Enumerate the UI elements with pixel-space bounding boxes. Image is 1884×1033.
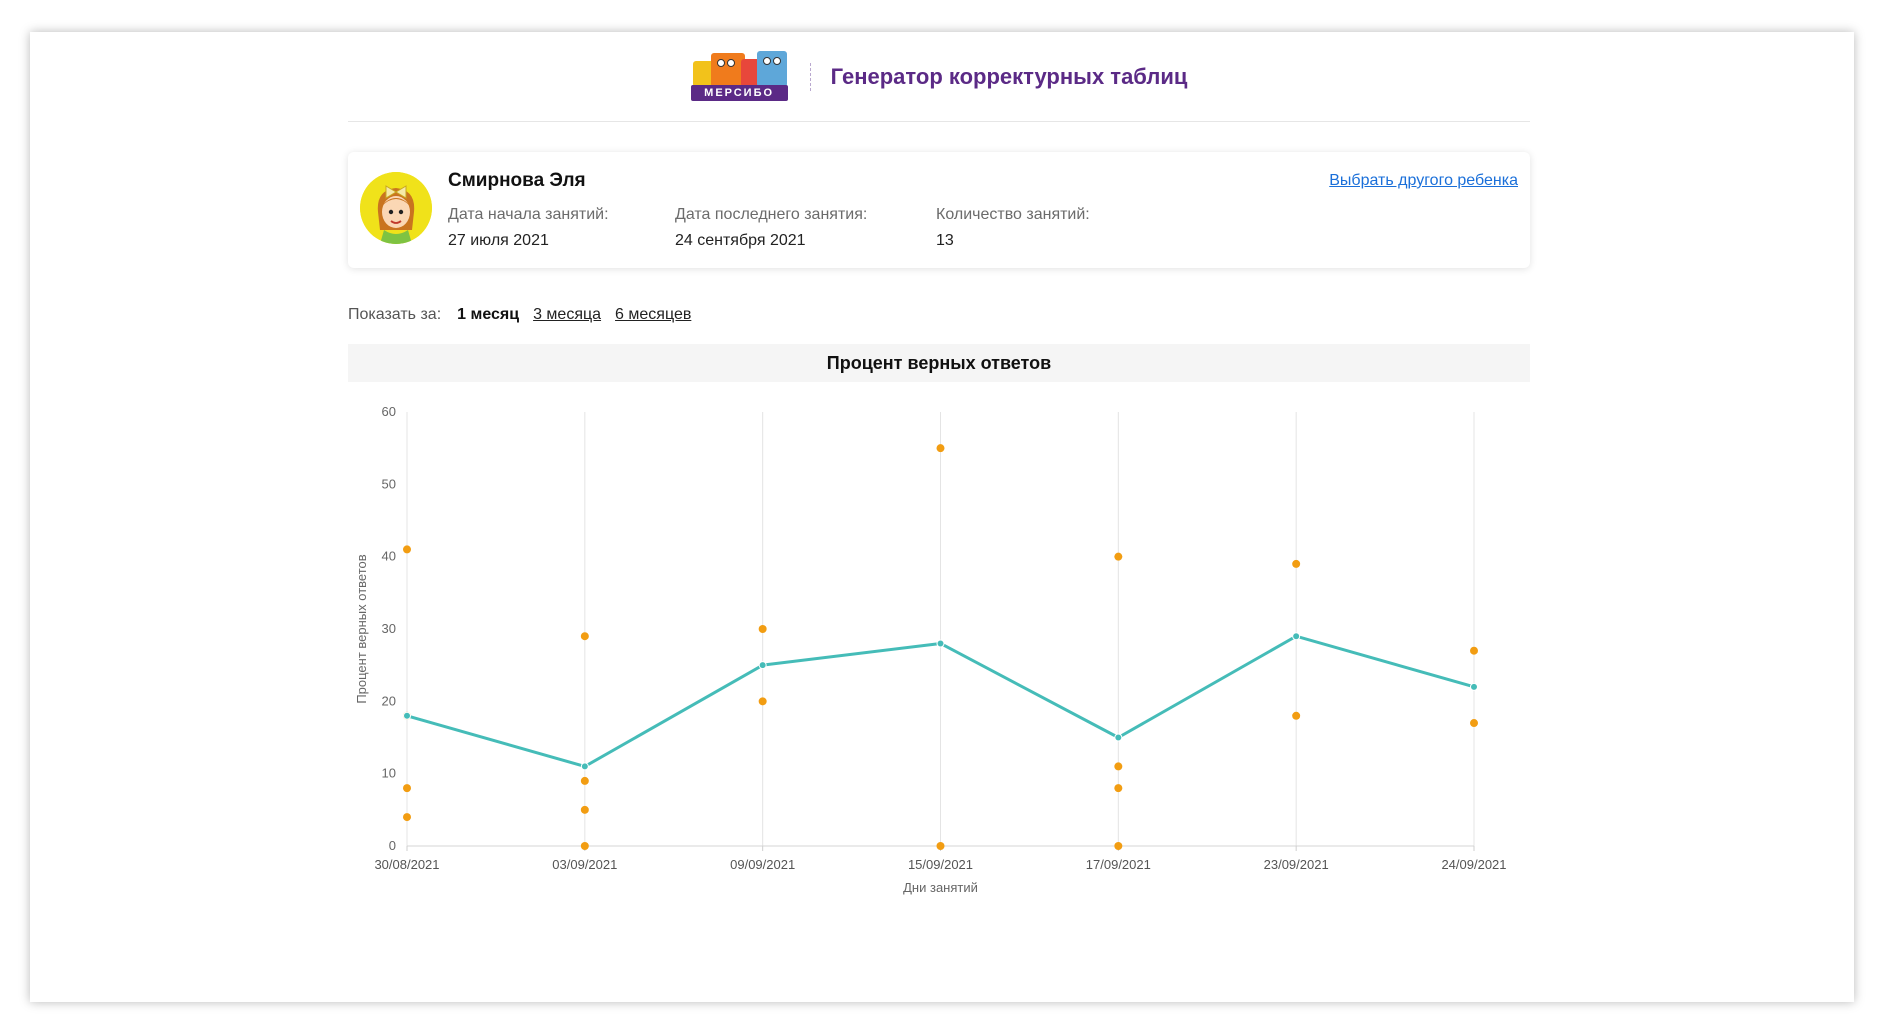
x-tick-label: 09/09/2021 (730, 857, 795, 872)
y-tick-label: 30 (382, 621, 396, 636)
scatter-point (580, 632, 589, 641)
x-tick-label: 15/09/2021 (908, 857, 973, 872)
correct-answers-chart: 0 10 20 30 40 50 60 30/08/2021 03/09/2021 09/09/2… (348, 382, 1530, 1002)
x-tick-label: 17/09/2021 (1086, 857, 1151, 872)
stat-last-date: Дата последнего занятия: 24 сентября 202… (675, 206, 867, 250)
scatter-point (403, 784, 411, 793)
line-point (1292, 632, 1301, 641)
line-point (936, 639, 945, 648)
stat-label: Дата начала занятий: (448, 206, 609, 223)
page-header: МЕРСИБО Генератор корректурных таблиц (348, 32, 1530, 122)
y-tick-label: 0 (389, 838, 396, 853)
scatter-point (1114, 842, 1123, 850)
x-tick-label: 03/09/2021 (552, 857, 617, 872)
content-container: МЕРСИБО Генератор корректурных таблиц См… (348, 32, 1530, 1002)
header-divider (809, 62, 811, 91)
x-tick-label: 30/08/2021 (374, 857, 439, 872)
scatter-point (1470, 646, 1478, 655)
scatter-point (580, 776, 589, 785)
choose-another-child-link[interactable]: Выбрать другого ребенка (1329, 172, 1518, 190)
scatter-point (1114, 784, 1123, 793)
x-axis-label: Дни занятий (903, 880, 978, 895)
stat-value: 27 июля 2021 (448, 232, 549, 249)
period-option-3-months[interactable]: 3 месяца (533, 306, 601, 324)
page-frame: МЕРСИБО Генератор корректурных таблиц См… (30, 32, 1854, 1002)
y-tick-label: 60 (382, 404, 396, 419)
period-option-6-months[interactable]: 6 месяцев (615, 306, 691, 324)
scatter-point (1114, 552, 1123, 561)
scatter-point (580, 805, 589, 814)
logo-wordmark: МЕРСИБО (690, 84, 788, 101)
x-tick-label: 24/09/2021 (1441, 857, 1506, 872)
period-option-1-month[interactable]: 1 месяц (457, 306, 519, 324)
chart-title: Процент верных ответов (348, 344, 1530, 382)
scatter-point (403, 813, 411, 822)
stat-label: Дата последнего занятия: (675, 206, 868, 223)
child-card: Смирнова Эля Дата начала занятий: 27 июл… (348, 152, 1530, 268)
scatter-point (936, 842, 945, 850)
y-tick-label: 40 (382, 549, 396, 564)
scatter-point (1292, 559, 1301, 568)
child-avatar (360, 172, 432, 244)
line-point (1114, 733, 1123, 742)
period-selector: Показать за: 1 месяц 3 месяца 6 месяцев (348, 306, 691, 324)
child-name: Смирнова Эля (448, 170, 586, 191)
y-tick-label: 20 (382, 693, 396, 708)
y-tick-label: 10 (382, 766, 396, 781)
scatter-point (1114, 762, 1123, 771)
scatter-point (580, 842, 589, 850)
period-label: Показать за: (348, 306, 442, 323)
stat-session-count: Количество занятий: 13 (936, 206, 1090, 250)
chart-svg: 0 10 20 30 40 50 60 30/08/2021 03/09/2021 09/09/2… (354, 404, 1507, 895)
line-point (580, 762, 589, 771)
stat-start-date: Дата начала занятий: 27 июля 2021 (448, 206, 609, 250)
x-tick-label: 23/09/2021 (1264, 857, 1329, 872)
scatter-point (403, 545, 411, 554)
line-point (758, 661, 767, 670)
girl-avatar-icon (360, 172, 432, 244)
line-point (403, 711, 411, 720)
app-title: Генератор корректурных таблиц (830, 63, 1188, 89)
y-axis-label: Процент верных ответов (354, 554, 369, 703)
scatter-point (758, 697, 767, 706)
scatter-point (1470, 719, 1478, 728)
stat-label: Количество занятий: (936, 206, 1090, 223)
y-tick-label: 50 (382, 476, 396, 491)
scatter-point (758, 625, 767, 633)
scatter-point (936, 444, 945, 453)
stat-value: 13 (936, 232, 954, 249)
scatter-point (1292, 711, 1301, 720)
line-point (1470, 682, 1478, 691)
mersibo-logo[interactable]: МЕРСИБО (690, 50, 788, 101)
stat-value: 24 сентября 2021 (675, 232, 806, 249)
